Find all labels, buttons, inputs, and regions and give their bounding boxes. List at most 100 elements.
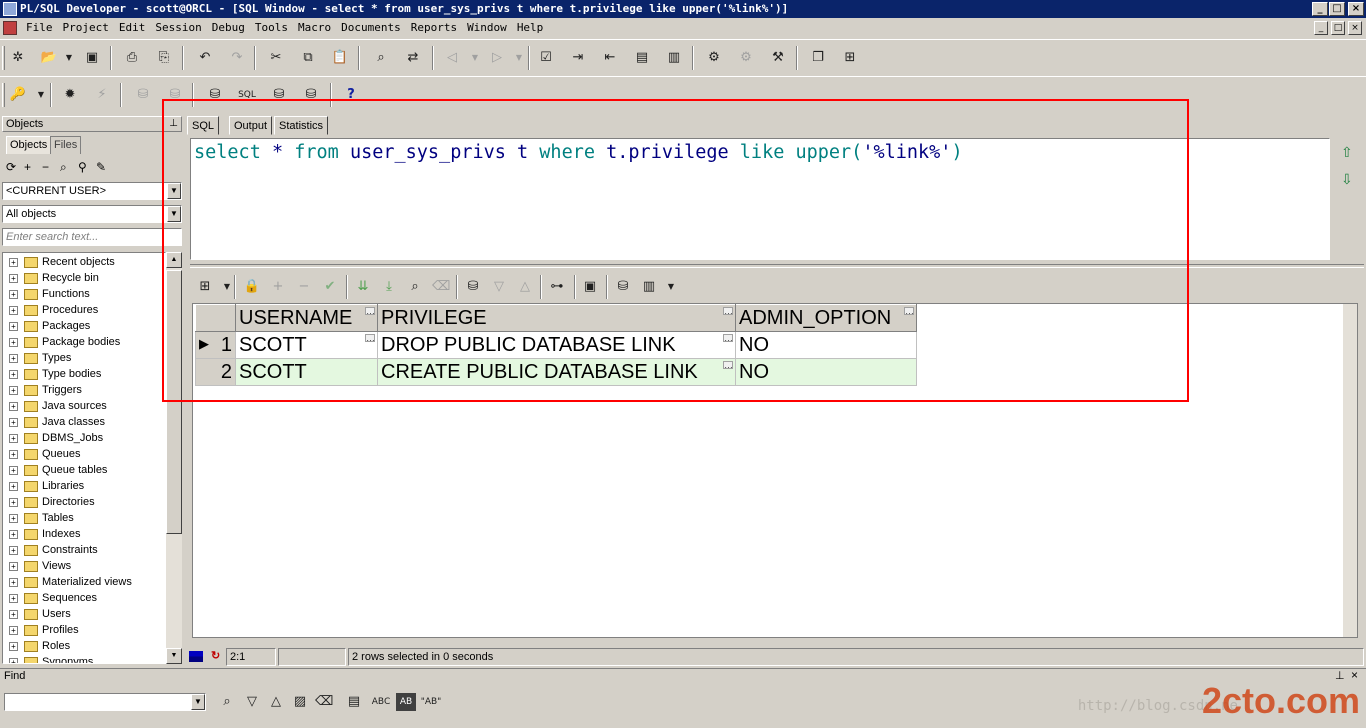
menu-help[interactable]: Help [512,18,549,38]
tree-item[interactable]: + Package bodies [9,334,120,350]
expand-icon[interactable]: + [9,305,18,315]
splitter[interactable] [190,264,1364,268]
menu-documents[interactable]: Documents [336,18,406,38]
check-icon[interactable]: ☑ [537,49,555,67]
query-by-example-icon[interactable]: ⛁ [464,278,482,296]
row-number[interactable]: ▶ 1 [195,331,236,359]
rollback-icon[interactable]: ⛁ [166,86,184,104]
expand-icon[interactable]: + [9,369,18,379]
expand-icon[interactable]: + [9,401,18,411]
tree-item[interactable]: + Type bodies [9,366,101,382]
undo-icon[interactable]: ↶ [196,49,214,67]
find-object-icon[interactable]: ⌕ [60,160,67,175]
tree-scrollbar[interactable]: ▲ ▼ [166,252,182,664]
find-next-icon[interactable]: ▽ [243,693,261,711]
redo-icon[interactable]: ↷ [228,49,246,67]
expand-icon[interactable]: + [9,561,18,571]
child-minimize-button[interactable]: _ [1314,21,1328,35]
expand-icon[interactable]: + [9,545,18,555]
expand-icon[interactable]: + [9,465,18,475]
cell-admin-option[interactable]: NO [735,358,917,386]
expand-icon[interactable]: + [9,625,18,635]
cell-edit-icon[interactable]: … [723,334,733,343]
insert-record-icon[interactable]: + [269,278,287,296]
filter-icon[interactable]: ⚲ [78,160,87,174]
tile-windows-icon[interactable]: ⊞ [841,49,859,67]
expand-icon[interactable]: + [9,577,18,587]
expand-icon[interactable]: + [9,353,18,363]
cell-edit-icon[interactable]: … [723,361,733,370]
pin-icon[interactable]: ⊥ [169,117,178,131]
disconnect-icon[interactable]: ⛁ [302,86,320,104]
tree-item[interactable]: + Procedures [9,302,98,318]
debug-step-icon[interactable]: ⚙ [737,49,755,67]
expand-icon[interactable]: + [9,417,18,427]
column-menu-icon[interactable]: … [365,307,375,316]
tree-item[interactable]: + Libraries [9,478,84,494]
expand-icon[interactable]: + [9,481,18,491]
menu-edit[interactable]: Edit [114,18,151,38]
tree-item[interactable]: + Recycle bin [9,270,99,286]
expand-icon[interactable]: + [9,609,18,619]
search-input[interactable]: Enter search text... [2,228,182,246]
whole-word-icon[interactable]: AB [396,693,416,711]
cell-admin-option[interactable]: NO [735,331,917,359]
unindent-icon[interactable]: ⇤ [601,49,619,67]
scroll-up-icon[interactable]: ▲ [166,252,182,268]
menu-file[interactable]: File [21,18,58,38]
indent-icon[interactable]: ⇥ [569,49,587,67]
menu-window[interactable]: Window [462,18,512,38]
fetch-last-icon[interactable]: ⤓ [380,278,398,296]
edit-filter-icon[interactable]: ✎ [96,160,106,174]
cell-privilege[interactable]: CREATE PUBLIC DATABASE LINK… [377,358,736,386]
clear-icon[interactable]: ⌫ [432,278,450,296]
menu-project[interactable]: Project [58,18,114,38]
break-icon[interactable]: ⚡ [93,86,111,104]
tab-statistics[interactable]: Statistics [274,116,329,135]
minimize-button[interactable]: _ [1312,2,1328,16]
chevron-down-icon[interactable]: ▼ [191,694,205,710]
find-previous-icon[interactable]: △ [267,693,285,711]
tree-item[interactable]: + DBMS_Jobs [9,430,103,446]
export-icon[interactable]: ⛁ [614,278,632,296]
expand-icon[interactable]: + [9,257,18,267]
expand-icon[interactable]: + [9,641,18,651]
lock-icon[interactable]: 🔒 [243,278,261,296]
tree-item[interactable]: + Indexes [9,526,81,542]
key-icon[interactable]: 🔑 [9,86,27,104]
find-in-grid-icon[interactable]: ⌕ [406,278,424,296]
tree-item[interactable]: + Users [9,606,71,622]
tree-item[interactable]: + Types [9,350,71,366]
tools-icon[interactable]: ⚒ [769,49,787,67]
command-window-icon[interactable]: ⛁ [270,86,288,104]
scroll-down-icon[interactable]: ▼ [166,648,182,664]
replace-icon[interactable]: ⇄ [404,49,422,67]
filter-combo[interactable]: All objects ▼ [2,205,182,223]
tree-item[interactable]: + Queues [9,446,81,462]
tree-item[interactable]: + Materialized views [9,574,132,590]
grid-icon[interactable]: ⊞ [196,278,214,296]
open-icon[interactable]: 📂 [40,49,58,67]
sql-editor[interactable]: select * from user_sys_privs t where t.p… [190,138,1330,260]
windows-icon[interactable]: ❐ [809,49,827,67]
key-dropdown-icon[interactable]: ▼ [32,86,50,104]
expand-icon[interactable]: + [9,433,18,443]
forward-dropdown-icon[interactable]: ▼ [510,49,528,67]
user-combo[interactable]: <CURRENT USER> ▼ [2,182,182,200]
find-input[interactable]: ▼ [4,693,206,711]
sql-window-icon[interactable]: SQL [238,86,256,104]
tree-item[interactable]: + Constraints [9,542,98,558]
arrow-down-icon[interactable]: ⇩ [1341,171,1353,188]
save-results-icon[interactable]: ▣ [581,278,599,296]
column-header[interactable]: USERNAME… [235,304,378,332]
tree-item[interactable]: + Packages [9,318,90,334]
tree-item[interactable]: + Synonyms [9,654,93,663]
new-icon[interactable]: ✲ [9,49,27,67]
menu-reports[interactable]: Reports [406,18,462,38]
help-icon[interactable]: ? [342,86,360,104]
tree-item[interactable]: + Views [9,558,71,574]
delete-record-icon[interactable]: − [295,278,313,296]
comment-icon[interactable]: ▤ [633,49,651,67]
tree-item[interactable]: + Recent objects [9,254,115,270]
column-header[interactable]: PRIVILEGE… [377,304,736,332]
